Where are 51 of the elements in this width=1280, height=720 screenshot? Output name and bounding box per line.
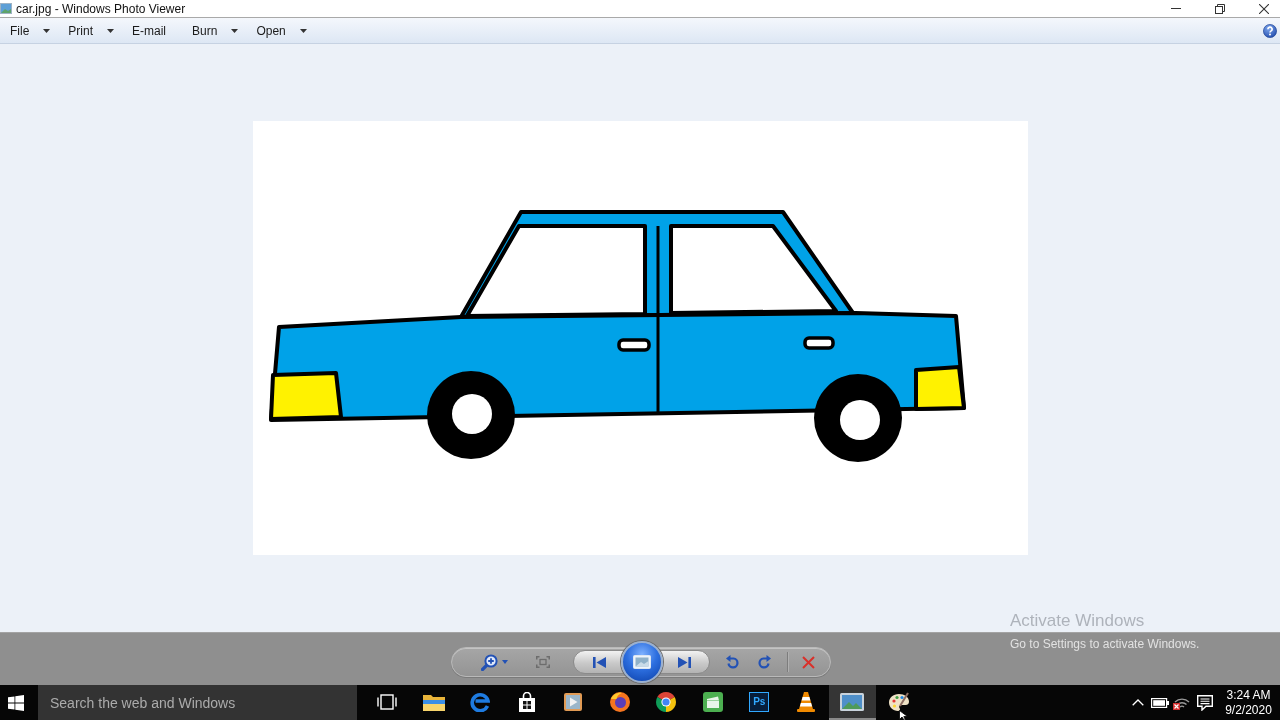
taskbar-app-button[interactable]: Ps	[736, 685, 783, 720]
app-logo: Ps	[749, 691, 770, 712]
e-logo-icon	[470, 691, 491, 712]
palette-icon	[887, 691, 910, 712]
menu-button[interactable]: Print	[59, 18, 124, 43]
shopping-bag-icon	[517, 691, 536, 712]
activation-title: Activate Windows	[1010, 611, 1146, 631]
minimize-icon	[1171, 8, 1181, 9]
menu-button[interactable]: Open	[247, 18, 316, 43]
menu-button[interactable]: E-mail	[123, 18, 184, 43]
caret-icon	[107, 28, 115, 33]
taskbar-app-button[interactable]	[829, 685, 876, 720]
media-player-icon	[564, 692, 583, 711]
zoom-icon	[481, 653, 499, 671]
screen-icon	[633, 655, 652, 669]
caret-icon	[299, 28, 307, 33]
search-field[interactable]: Search the web and Windows	[38, 685, 357, 720]
help-icon[interactable]	[1263, 23, 1277, 38]
clock-time: 3:24 AM	[1226, 688, 1271, 702]
browser-icon	[609, 691, 630, 712]
chevron-up-icon	[1132, 699, 1144, 706]
task-view-icon	[377, 693, 398, 710]
previous-button[interactable]	[573, 650, 626, 674]
window-title: car.jpg - Windows Photo Viewer	[16, 1, 186, 16]
cross-icon	[801, 655, 815, 669]
next-button[interactable]	[659, 650, 711, 674]
caret-icon	[231, 28, 239, 33]
browser-icon	[656, 691, 677, 712]
slideshow-button[interactable]	[621, 641, 664, 683]
clock[interactable]: 3:24 AM 9/2/2020	[1217, 685, 1280, 720]
traffic-cone-icon	[796, 691, 815, 712]
rotate-left-icon	[726, 654, 740, 670]
clock-date: 9/2/2020	[1225, 703, 1272, 717]
caret-icon	[502, 660, 509, 664]
card-app-icon	[702, 691, 723, 712]
menu-button[interactable]: Burn	[183, 18, 248, 43]
activation-message: Go to Settings to activate Windows.	[1010, 637, 1200, 651]
fit-to-window-icon	[536, 656, 551, 668]
windows-logo-icon	[8, 694, 24, 711]
battery-icon	[1151, 697, 1169, 708]
folder-icon	[422, 692, 445, 711]
landscape-photo-icon	[840, 692, 865, 711]
rotate-right-icon	[758, 654, 772, 670]
caret-icon	[43, 28, 51, 33]
restore-icon	[1215, 3, 1225, 14]
close-icon	[1259, 3, 1269, 14]
skip-back-icon	[592, 656, 606, 668]
skip-forward-icon	[678, 656, 692, 668]
app-icon	[0, 3, 12, 14]
notification-icon	[1197, 694, 1213, 711]
menu-button[interactable]: File	[1, 18, 60, 43]
